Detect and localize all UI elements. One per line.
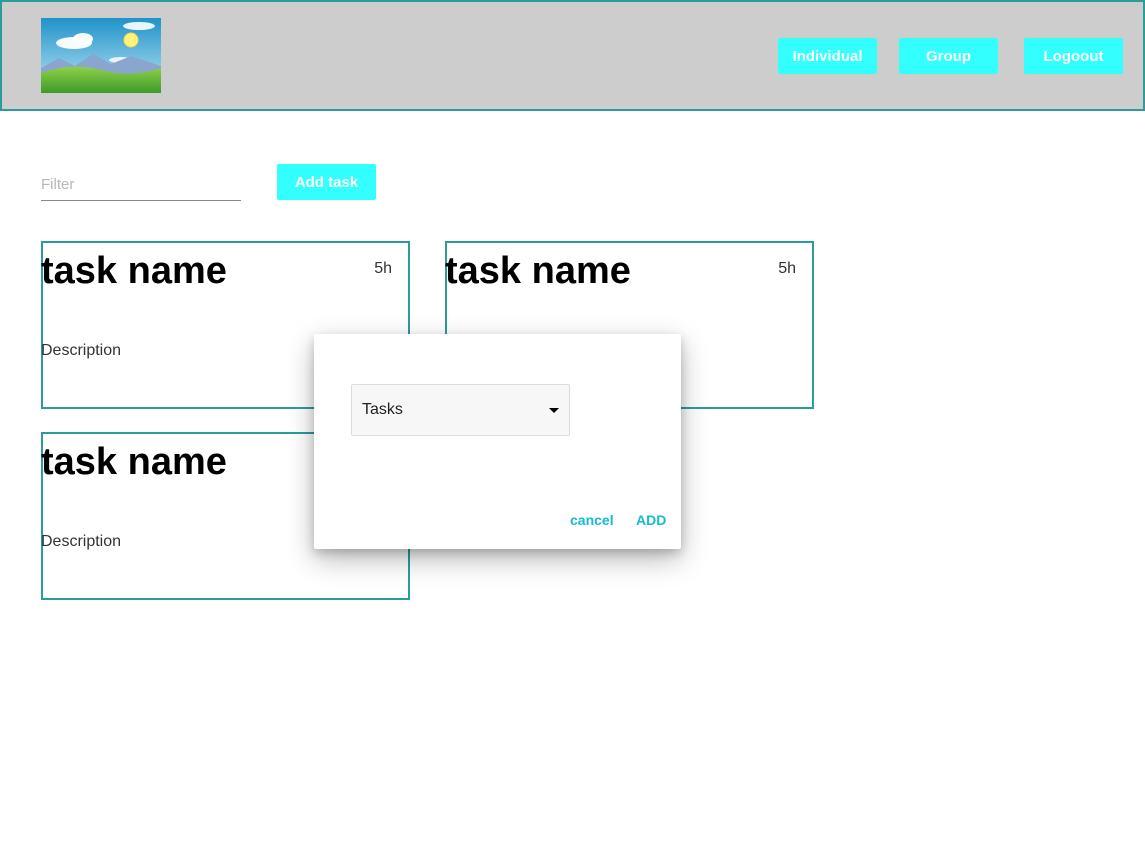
add-task-dialog: Tasks cancel ADD: [314, 334, 681, 549]
select-value: Tasks: [362, 401, 403, 418]
top-header: Individual Group Logoout: [0, 0, 1145, 111]
task-hours: 5h: [778, 260, 796, 277]
task-description: Description: [41, 533, 122, 550]
group-button[interactable]: Group: [899, 38, 998, 74]
cancel-button[interactable]: cancel: [570, 512, 614, 528]
filter-input[interactable]: [41, 168, 241, 201]
task-name: task name: [41, 250, 227, 292]
caret-down-icon: [549, 408, 559, 413]
add-button[interactable]: ADD: [636, 512, 666, 528]
task-type-select[interactable]: Tasks: [351, 384, 570, 436]
logout-button[interactable]: Logoout: [1024, 38, 1123, 74]
task-name: task name: [445, 250, 631, 292]
add-task-button[interactable]: Add task: [277, 164, 376, 200]
task-hours: 5h: [374, 260, 392, 277]
task-name: task name: [41, 441, 227, 483]
task-description: Description: [41, 342, 122, 359]
individual-button[interactable]: Individual: [778, 38, 877, 74]
landscape-logo-icon: [41, 18, 161, 93]
